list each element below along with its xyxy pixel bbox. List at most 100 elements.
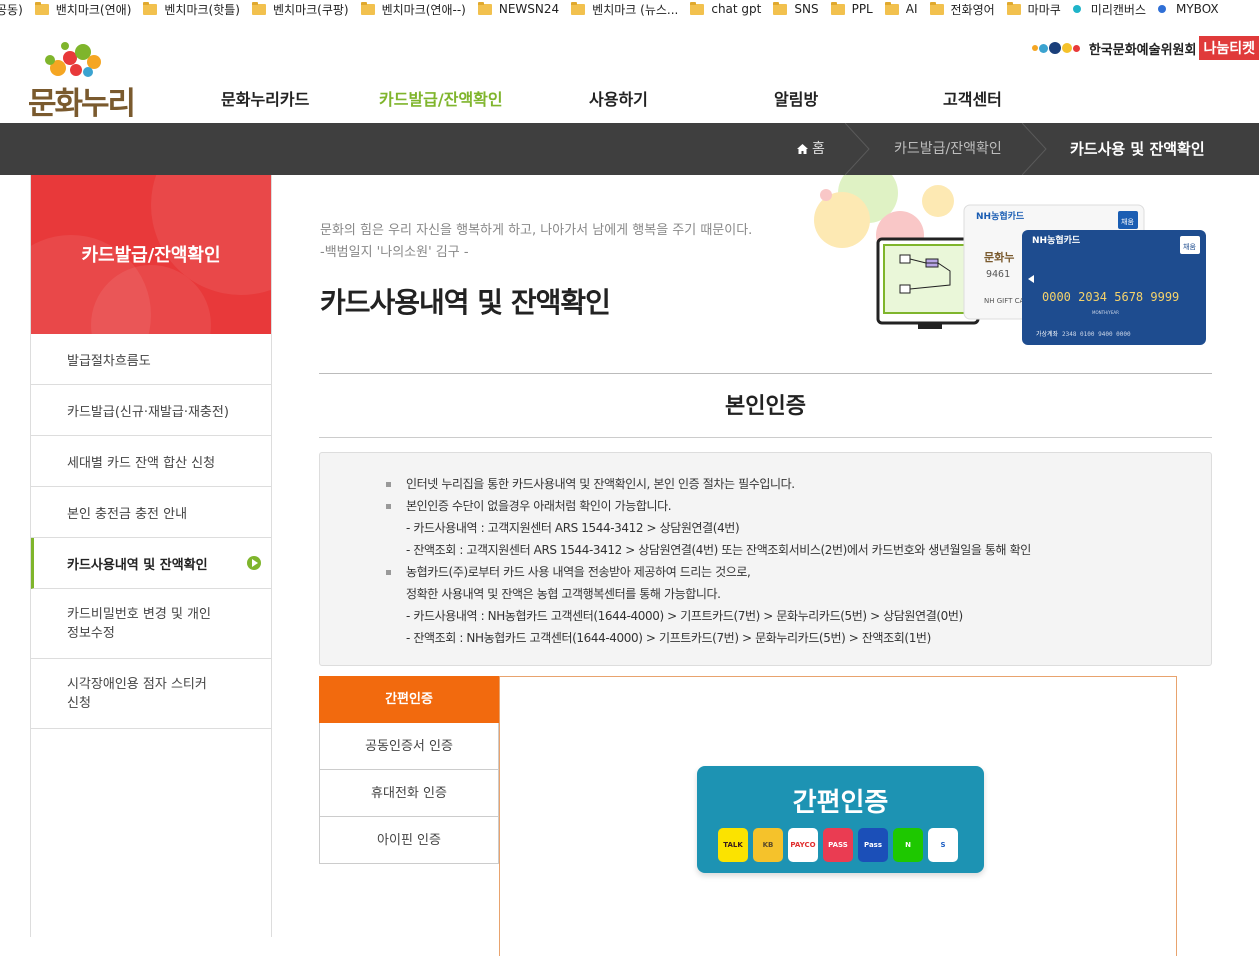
provider-n-icon[interactable]: N bbox=[893, 828, 923, 862]
folder-icon bbox=[773, 1, 788, 15]
easy-auth-button[interactable]: 간편인증 TALK KB PAYCO PASS Pass N S bbox=[697, 766, 984, 873]
info-line: 정확한 사용내역 및 잔액은 농협 고객행복센터를 통해 가능합니다. bbox=[406, 587, 721, 601]
bookmark-label: 벤치마크 (뉴스... bbox=[592, 2, 679, 17]
svg-text:0000 2034 5678 9999: 0000 2034 5678 9999 bbox=[1042, 290, 1179, 304]
nav-notice[interactable]: 알림방 bbox=[774, 86, 818, 110]
bookmark-item[interactable]: 마마쿠 bbox=[1006, 1, 1061, 18]
breadcrumb-home[interactable]: 홈 bbox=[797, 123, 825, 175]
arrow-circle-icon bbox=[247, 556, 261, 570]
sidebar-item-usage-balance[interactable]: 카드사용내역 및 잔액확인 bbox=[31, 538, 271, 589]
sidebar-item-household-balance[interactable]: 세대별 카드 잔액 합산 신청 bbox=[31, 436, 271, 487]
easy-auth-providers: TALK KB PAYCO PASS Pass N S bbox=[718, 828, 963, 862]
bookmark-label: 벤치마크(연애--) bbox=[381, 2, 466, 17]
svg-text:2348 0100 9400 0000: 2348 0100 9400 0000 bbox=[1062, 331, 1131, 338]
info-box: 인터넷 누리집을 통한 카드사용내역 및 잔액확인시, 본인 인증 절차는 필수… bbox=[319, 452, 1212, 666]
nav-customer-center[interactable]: 고객센터 bbox=[943, 86, 1002, 110]
svg-text:NH GIFT CA: NH GIFT CA bbox=[984, 297, 1025, 305]
bookmark-label: chat gpt bbox=[711, 2, 762, 16]
sidebar-item-procedure[interactable]: 발급절차흐름도 bbox=[31, 334, 271, 385]
bookmark-label: 밴치마크(연애) bbox=[55, 2, 132, 17]
sidebar-item-card-issue[interactable]: 카드발급(신규·재발급·재충전) bbox=[31, 385, 271, 436]
bookmark-item[interactable]: MYBOX bbox=[1158, 2, 1219, 16]
folder-icon bbox=[34, 1, 49, 15]
bookmark-label: 공동) bbox=[0, 2, 23, 17]
page-title: 카드사용내역 및 잔액확인 bbox=[320, 286, 611, 319]
arts-council-logo-icon bbox=[1031, 42, 1081, 54]
sidebar-item-label: 발급절차흐름도 bbox=[67, 353, 151, 369]
nav-munhwanuri-card[interactable]: 문화누리카드 bbox=[221, 86, 309, 110]
bookmark-item[interactable]: PPL bbox=[830, 1, 873, 16]
bookmark-label: 벤치마크(쿠팡) bbox=[272, 2, 349, 17]
bookmark-item[interactable]: chat gpt bbox=[690, 1, 762, 16]
bookmark-item[interactable]: NEWSN24 bbox=[477, 1, 560, 16]
bookmark-item[interactable]: 전화영어 bbox=[929, 1, 995, 18]
tab-certificate-auth[interactable]: 공동인증서 인증 bbox=[319, 723, 499, 770]
provider-s-icon[interactable]: S bbox=[928, 828, 958, 862]
card-illustration-icon: NH농협카드 채움 문화누 9461 NH GIFT CA NH농협카드 채움 … bbox=[814, 163, 1206, 345]
folder-icon bbox=[884, 1, 899, 15]
info-line: 농협카드(주)로부터 카드 사용 내역을 전송받아 제공하여 드리는 것으로, bbox=[386, 561, 1211, 583]
bookmark-label: MYBOX bbox=[1176, 2, 1219, 16]
svg-text:9461: 9461 bbox=[986, 269, 1010, 280]
bookmark-label: 전화영어 bbox=[950, 2, 995, 17]
bookmark-label: SNS bbox=[794, 2, 819, 16]
svg-text:문화누: 문화누 bbox=[984, 250, 1014, 264]
info-line: - 카드사용내역 : NH농협카드 고객센터(1644-4000) > 기프트카… bbox=[406, 609, 963, 623]
folder-icon bbox=[360, 1, 375, 15]
bookmark-item[interactable]: 벤치마크 (뉴스... bbox=[571, 1, 678, 18]
bookmark-label: 미리캔버스 bbox=[1090, 2, 1146, 17]
sidebar-item-braille-sticker[interactable]: 시각장애인용 점자 스티커 신청 bbox=[31, 659, 271, 729]
site-favicon-icon bbox=[1158, 5, 1166, 13]
bookmark-item[interactable]: 벤치마크(연애--) bbox=[360, 1, 466, 18]
folder-icon bbox=[251, 1, 266, 15]
site-logo[interactable]: 문화누리 bbox=[28, 36, 148, 122]
sidebar-item-password-change[interactable]: 카드비밀번호 변경 및 개인 정보수정 bbox=[31, 589, 271, 659]
breadcrumb-separator-icon bbox=[845, 123, 870, 175]
bookmark-item[interactable]: SNS bbox=[773, 1, 819, 16]
sidebar-header: 카드발급/잔액확인 bbox=[31, 175, 271, 334]
bookmark-item[interactable]: 밴치마크(연애) bbox=[34, 1, 132, 18]
nav-card-issue-balance[interactable]: 카드발급/잔액확인 bbox=[379, 86, 503, 110]
nanum-ticket-badge[interactable]: 나눔티켓 bbox=[1199, 36, 1259, 60]
bookmark-item[interactable]: 벤치마크(핫틀) bbox=[143, 1, 240, 18]
folder-icon bbox=[1006, 1, 1021, 15]
info-line: - 잔액조회 : NH농협카드 고객센터(1644-4000) > 기프트카드(… bbox=[406, 631, 931, 645]
bookmarks-bar: 공동) 밴치마크(연애) 벤치마크(핫틀) 벤치마크(쿠팡) 벤치마크(연애--) NEW… bbox=[0, 0, 1259, 18]
logo-text: 문화누리 bbox=[28, 86, 136, 122]
arts-council-link[interactable]: 한국문화예술위원회 나눔티켓 bbox=[1031, 36, 1259, 60]
site-favicon-icon bbox=[1072, 5, 1081, 13]
divider bbox=[319, 373, 1212, 374]
sidebar-item-label: 시각장애인용 점자 스티커 bbox=[67, 676, 207, 692]
hero-illustration: NH농협카드 채움 문화누 9461 NH GIFT CA NH농협카드 채움 … bbox=[800, 163, 1212, 345]
folder-icon bbox=[830, 1, 845, 15]
tab-easy-auth[interactable]: 간편인증 bbox=[319, 676, 499, 723]
provider-payco-icon[interactable]: PAYCO bbox=[788, 828, 818, 862]
sidebar-item-label: 신청 bbox=[67, 695, 91, 711]
bookmark-item[interactable]: 미리캔버스 bbox=[1072, 1, 1146, 18]
easy-auth-title: 간편인증 bbox=[792, 788, 889, 818]
sidebar-item-label: 세대별 카드 잔액 합산 신청 bbox=[67, 455, 216, 471]
tab-ipin-auth[interactable]: 아이핀 인증 bbox=[319, 817, 499, 864]
breadcrumb-current[interactable]: 카드사용 및 잔액확인 bbox=[1070, 123, 1205, 175]
provider-kb-icon[interactable]: KB bbox=[753, 828, 783, 862]
bookmark-item[interactable]: AI bbox=[884, 1, 918, 16]
arts-council-name: 한국문화예술위원회 bbox=[1088, 42, 1197, 58]
bookmark-item[interactable]: 공동) bbox=[0, 1, 23, 18]
breadcrumb-level1[interactable]: 카드발급/잔액확인 bbox=[894, 123, 1002, 175]
provider-pass-icon[interactable]: PASS bbox=[823, 828, 853, 862]
bookmark-label: NEWSN24 bbox=[498, 2, 560, 16]
sidebar-item-label: 본인 충전금 충전 안내 bbox=[67, 506, 188, 522]
breadcrumb-separator-icon bbox=[1022, 123, 1047, 175]
sidebar-item-self-charge[interactable]: 본인 충전금 충전 안내 bbox=[31, 487, 271, 538]
provider-talk-icon[interactable]: TALK bbox=[718, 828, 748, 862]
tab-phone-auth[interactable]: 휴대전화 인증 bbox=[319, 770, 499, 817]
bookmark-label: AI bbox=[905, 2, 918, 16]
provider-pass-icon[interactable]: Pass bbox=[858, 828, 888, 862]
info-line: 본인인증 수단이 없을경우 아래처럼 확인이 가능합니다. bbox=[386, 495, 1211, 517]
bookmark-item[interactable]: 벤치마크(쿠팡) bbox=[251, 1, 349, 18]
nav-usage[interactable]: 사용하기 bbox=[589, 86, 648, 110]
folder-icon bbox=[571, 1, 586, 15]
sidebar-title: 카드발급/잔액확인 bbox=[81, 245, 221, 266]
folder-icon bbox=[690, 1, 705, 15]
info-line: 인터넷 누리집을 통한 카드사용내역 및 잔액확인시, 본인 인증 절차는 필수… bbox=[386, 473, 1211, 495]
